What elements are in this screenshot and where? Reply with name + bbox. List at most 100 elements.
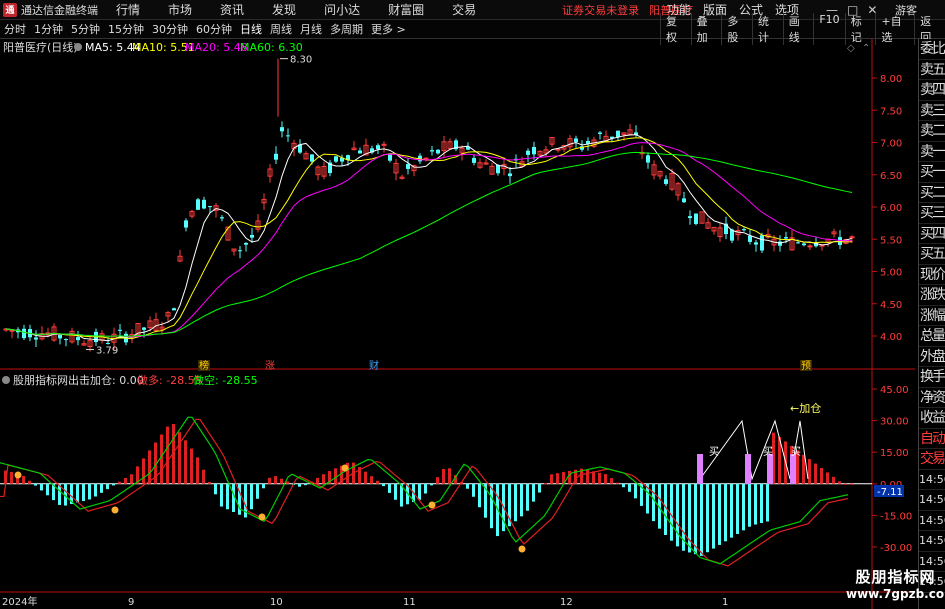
histogram-bar bbox=[316, 477, 319, 484]
sidebar-item[interactable]: 买五 bbox=[919, 244, 945, 265]
histogram-bar bbox=[46, 483, 49, 496]
histogram-bar bbox=[754, 483, 757, 525]
x-tick: 1 bbox=[722, 597, 728, 608]
sidebar-item[interactable]: 委比 bbox=[919, 39, 945, 60]
menu-market[interactable]: 市场 bbox=[168, 1, 192, 18]
sidebar-item[interactable]: 卖五 bbox=[919, 60, 945, 80]
histogram-bar bbox=[166, 426, 169, 484]
sidebar-item[interactable]: 涨跌 bbox=[919, 285, 945, 306]
sidebar-item[interactable]: 收益 bbox=[919, 408, 945, 429]
period-tab-daily[interactable]: 日线 bbox=[236, 21, 266, 37]
histogram-bar bbox=[250, 483, 253, 510]
histogram-bar bbox=[718, 483, 721, 545]
menu-trade[interactable]: 交易 bbox=[452, 1, 476, 18]
y-tick-label: 6.50 bbox=[880, 171, 902, 182]
menu-discover[interactable]: 发现 bbox=[272, 1, 296, 18]
period-tab[interactable]: 分时 bbox=[0, 21, 30, 37]
histogram-bar bbox=[694, 483, 697, 555]
buy-signal-1: 买 bbox=[709, 446, 719, 458]
app-logo: 通 bbox=[3, 2, 17, 17]
sidebar-item[interactable]: 买二 bbox=[919, 183, 945, 203]
hand-pointer-icon bbox=[258, 513, 266, 521]
sidebar-item[interactable]: 买一 bbox=[919, 162, 945, 183]
sidebar-item[interactable]: 换手 bbox=[919, 367, 945, 388]
sidebar-item[interactable]: 卖一 bbox=[919, 142, 945, 162]
sidebar-item[interactable]: 买三 bbox=[919, 203, 945, 224]
histogram-bar bbox=[448, 468, 451, 484]
period-tab[interactable]: 5分钟 bbox=[67, 21, 104, 37]
histogram-bar bbox=[418, 483, 421, 500]
histogram-bar bbox=[208, 481, 211, 484]
marker-bang[interactable]: 榜 bbox=[199, 359, 209, 372]
histogram-bar bbox=[130, 474, 133, 484]
period-tab[interactable]: 周线 bbox=[266, 21, 296, 37]
period-tab[interactable]: 60分钟 bbox=[192, 21, 236, 37]
histogram-bar bbox=[820, 468, 823, 484]
sidebar-item[interactable]: 涨幅 bbox=[919, 306, 945, 326]
sidebar-item[interactable]: 卖三 bbox=[919, 101, 945, 121]
hand-pointer-icon bbox=[111, 506, 119, 514]
histogram-bar bbox=[838, 481, 841, 484]
y-tick-label: 30.00 bbox=[880, 417, 909, 428]
histogram-bar bbox=[670, 483, 673, 541]
sidebar-item[interactable]: 净资 bbox=[919, 388, 945, 408]
sidebar-item[interactable]: 总量 bbox=[919, 326, 945, 347]
app-window: 通 通达信金融终端 行情 市场 资讯 发现 问小达 财富圈 交易 证券交易未登录… bbox=[0, 0, 945, 609]
panel-menu-icon[interactable] bbox=[74, 43, 82, 51]
period-tab[interactable]: 多周期 bbox=[326, 21, 367, 37]
event-markers[interactable]: 榜 涨 财 预 bbox=[198, 359, 812, 372]
period-tab[interactable]: 1分钟 bbox=[30, 21, 67, 37]
menu-wealth[interactable]: 财富圈 bbox=[388, 1, 424, 18]
candle-body bbox=[106, 343, 110, 345]
y-tick-label: 15.00 bbox=[880, 448, 909, 459]
candle-body bbox=[807, 245, 813, 248]
trade-time: 14:56 bbox=[919, 531, 945, 552]
quote-sidebar: 委比 卖五 卖四 卖三 卖二 卖一 买一 买二 买三 买四 买五 现价 涨跌 涨… bbox=[918, 39, 945, 609]
histogram-bar bbox=[544, 483, 547, 485]
histogram-bar bbox=[142, 458, 145, 484]
period-tab[interactable]: 15分钟 bbox=[104, 21, 148, 37]
menu-quotes[interactable]: 行情 bbox=[116, 1, 140, 18]
trade-login-status[interactable]: 证券交易未登录 bbox=[562, 2, 639, 18]
candle-body bbox=[202, 199, 206, 209]
indicator-menu-icon[interactable] bbox=[2, 376, 10, 384]
histogram-bar bbox=[184, 440, 187, 484]
sidebar-trade[interactable]: 交易 bbox=[919, 449, 945, 470]
candle-body bbox=[250, 235, 254, 238]
candle-body bbox=[172, 308, 176, 311]
histogram-bar bbox=[106, 483, 109, 490]
marker-yu[interactable]: 预 bbox=[801, 360, 811, 372]
histogram-bar bbox=[268, 477, 271, 484]
candle-body bbox=[58, 334, 62, 339]
x-tick: 9 bbox=[128, 597, 134, 608]
marker-cai[interactable]: 财 bbox=[369, 359, 379, 372]
period-tab-more[interactable]: 更多 > bbox=[367, 21, 410, 37]
histogram-bar bbox=[22, 475, 25, 484]
menu-news[interactable]: 资讯 bbox=[220, 1, 244, 18]
diamond-icon[interactable]: ◇ bbox=[847, 43, 855, 54]
candle-body bbox=[184, 220, 188, 228]
sidebar-auto[interactable]: 自动 bbox=[919, 429, 945, 449]
sidebar-item[interactable]: 外盘 bbox=[919, 347, 945, 367]
marker-zhang[interactable]: 涨 bbox=[265, 360, 275, 372]
sidebar-item[interactable]: 卖四 bbox=[919, 80, 945, 101]
candle-body bbox=[22, 328, 26, 339]
buy-signal-3: 买 bbox=[791, 446, 801, 458]
expand-icon[interactable]: ⌃ bbox=[862, 43, 870, 54]
sidebar-item[interactable]: 现价 bbox=[919, 265, 945, 285]
menu-ask[interactable]: 问小达 bbox=[324, 1, 360, 18]
sidebar-item[interactable]: 买四 bbox=[919, 224, 945, 244]
candle-body bbox=[436, 149, 440, 154]
kline-chart[interactable]: 阳普医疗(日线) MA5: 5.44 MA10: 5.51 MA20: 5.48… bbox=[0, 39, 915, 609]
y-tick-label: 4.00 bbox=[880, 332, 902, 343]
period-tab[interactable]: 月线 bbox=[296, 21, 326, 37]
sidebar-item[interactable]: 卖二 bbox=[919, 121, 945, 142]
candle-body bbox=[646, 155, 650, 163]
ma-line bbox=[5, 137, 853, 340]
histogram-bar bbox=[478, 483, 481, 508]
do-duo-label: 做多: -28.55 bbox=[137, 373, 202, 387]
histogram-bar bbox=[364, 471, 367, 484]
watermark-url: www.7gpzb.com bbox=[846, 587, 945, 601]
period-tab[interactable]: 30分钟 bbox=[148, 21, 192, 37]
x-tick: 11 bbox=[403, 597, 416, 608]
